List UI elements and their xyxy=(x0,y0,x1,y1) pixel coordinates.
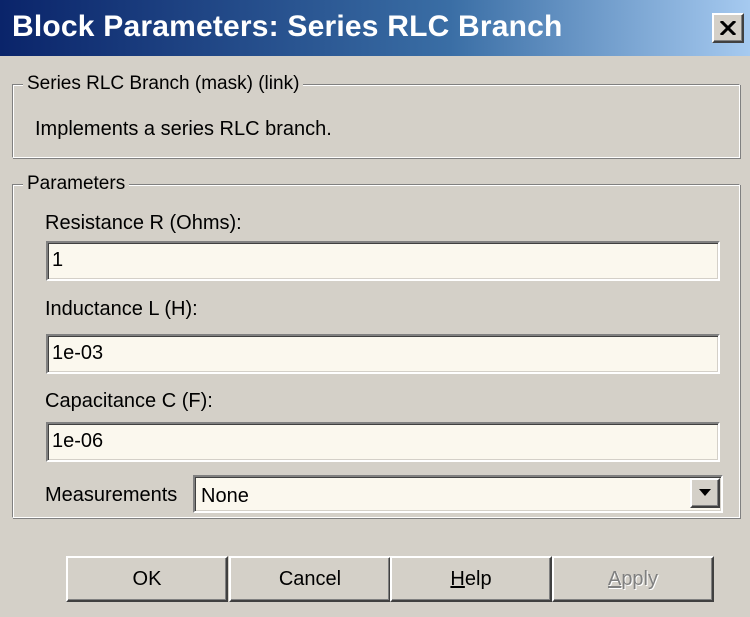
help-button[interactable]: Help xyxy=(390,556,552,602)
ok-button-label: OK xyxy=(132,567,162,590)
capacitance-label: Capacitance C (F): xyxy=(45,390,213,412)
apply-button-label: Apply xyxy=(608,568,658,591)
description-group: Series RLC Branch (mask) (link) Implemen… xyxy=(12,73,740,158)
capacitance-field[interactable]: 1e-06 xyxy=(46,422,720,462)
window-title: Block Parameters: Series RLC Branch xyxy=(12,10,563,43)
measurements-dropdown-button[interactable] xyxy=(690,478,720,508)
parameters-group-legend: Parameters xyxy=(23,173,130,195)
description-text: Implements a series RLC branch. xyxy=(35,118,332,140)
inductance-label: Inductance L (H): xyxy=(45,298,198,320)
help-button-label: Help xyxy=(450,568,491,591)
apply-label-rest: pply xyxy=(621,567,659,590)
help-label-rest: elp xyxy=(464,567,492,590)
measurements-label: Measurements xyxy=(45,484,178,506)
inductance-field[interactable]: 1e-03 xyxy=(46,334,720,374)
chevron-down-icon xyxy=(699,484,711,502)
measurements-selected-value: None xyxy=(201,485,249,507)
close-button[interactable] xyxy=(712,13,744,43)
parameters-group: Parameters Resistance R (Ohms): 1 Induct… xyxy=(12,173,740,518)
title-bar[interactable]: Block Parameters: Series RLC Branch xyxy=(0,0,750,56)
cancel-button[interactable]: Cancel xyxy=(229,556,391,602)
help-mnemonic: H xyxy=(450,567,465,590)
description-group-legend: Series RLC Branch (mask) (link) xyxy=(23,73,304,95)
block-parameters-dialog: Block Parameters: Series RLC Branch Seri… xyxy=(0,0,750,617)
ok-button[interactable]: OK xyxy=(66,556,228,602)
resistance-field[interactable]: 1 xyxy=(46,241,720,281)
close-icon xyxy=(720,21,736,35)
resistance-label: Resistance R (Ohms): xyxy=(45,212,242,234)
measurements-select[interactable]: None xyxy=(193,475,723,513)
cancel-button-label: Cancel xyxy=(278,567,342,590)
apply-mnemonic: A xyxy=(607,567,622,590)
apply-button[interactable]: Apply xyxy=(552,556,714,602)
